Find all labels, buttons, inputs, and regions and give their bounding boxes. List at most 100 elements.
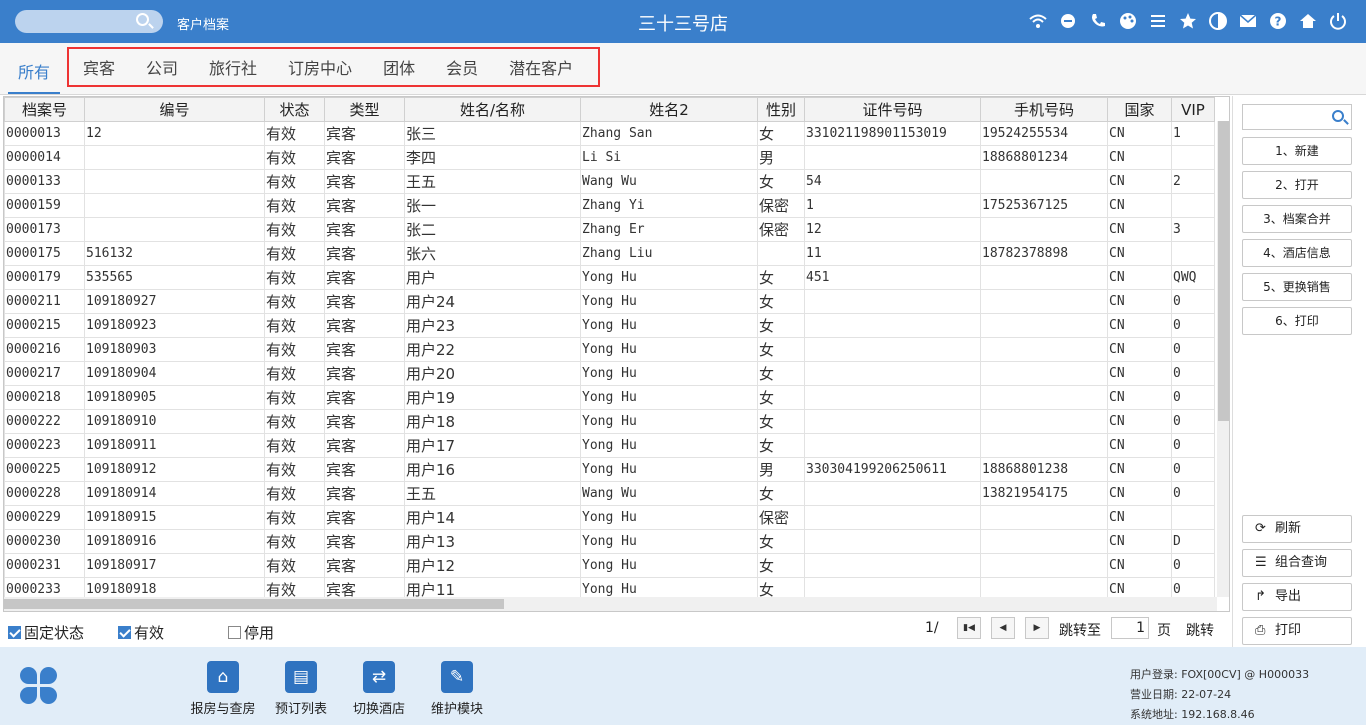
table-row[interactable]: 0000216 109180903 有效 宾客 用户22 Yong Hu 女 CN 0 bbox=[4, 337, 1215, 362]
open-button[interactable]: 2、打开 bbox=[1242, 171, 1352, 199]
combined-query-button[interactable]: ☰ 组合查询 bbox=[1242, 549, 1352, 577]
table-cell: 12 bbox=[804, 217, 981, 242]
table-row[interactable]: 0000231 109180917 有效 宾客 用户12 Yong Hu 女 CN 0 bbox=[4, 553, 1215, 578]
valid-checkbox[interactable]: 有效 bbox=[118, 622, 164, 643]
table-row[interactable]: 0000222 109180910 有效 宾客 用户18 Yong Hu 女 CN 0 bbox=[4, 409, 1215, 434]
fixed-status-checkbox[interactable]: 固定状态 bbox=[8, 622, 84, 643]
fixed-status-check-box[interactable] bbox=[8, 626, 21, 639]
jump-button[interactable]: 跳转 bbox=[1186, 620, 1214, 640]
table-row[interactable]: 0000211 109180927 有效 宾客 用户24 Yong Hu 女 CN 0 bbox=[4, 289, 1215, 314]
table-cell: 张三 bbox=[404, 121, 581, 146]
palette-icon[interactable] bbox=[1118, 11, 1138, 31]
tab-member[interactable]: 会员 bbox=[446, 55, 478, 79]
column-header[interactable]: 档案号 bbox=[4, 97, 85, 122]
table-cell: 有效 bbox=[264, 121, 325, 146]
horizontal-scrollbar[interactable] bbox=[4, 597, 1217, 611]
home-icon[interactable] bbox=[1298, 11, 1318, 31]
column-header[interactable]: 性别 bbox=[757, 97, 805, 122]
search-icon[interactable] bbox=[1332, 110, 1344, 122]
table-cell: 女 bbox=[757, 265, 805, 290]
column-header[interactable]: 状态 bbox=[264, 97, 325, 122]
hotel-info-button[interactable]: 4、酒店信息 bbox=[1242, 239, 1352, 267]
tab-booking-center[interactable]: 订房中心 bbox=[288, 55, 352, 79]
change-sales-button[interactable]: 5、更换销售 bbox=[1242, 273, 1352, 301]
booking-list-button[interactable]: ▤ 预订列表 bbox=[266, 661, 336, 717]
room-report-button[interactable]: ⌂ 报房与查房 bbox=[188, 661, 258, 717]
search-icon[interactable] bbox=[136, 13, 149, 26]
column-header[interactable]: 国家 bbox=[1107, 97, 1172, 122]
merge-profile-button[interactable]: 3、档案合并 bbox=[1242, 205, 1352, 233]
tab-company[interactable]: 公司 bbox=[146, 55, 178, 79]
table-row[interactable]: 0000218 109180905 有效 宾客 用户19 Yong Hu 女 CN 0 bbox=[4, 385, 1215, 410]
valid-check-box[interactable] bbox=[118, 626, 131, 639]
maintenance-button[interactable]: ✎ 维护模块 bbox=[422, 661, 492, 717]
table-row[interactable]: 0000179 535565 有效 宾客 用户 Yong Hu 女 451 CN QWQ bbox=[4, 265, 1215, 290]
table-cell: 54 bbox=[804, 169, 981, 194]
column-header[interactable]: 类型 bbox=[324, 97, 405, 122]
power-icon[interactable] bbox=[1328, 11, 1348, 31]
table-cell: 0000175 bbox=[4, 241, 85, 266]
table-cell: Zhang Yi bbox=[580, 193, 758, 218]
table-row[interactable]: 0000228 109180914 有效 宾客 王五 Wang Wu 女 1382195417… bbox=[4, 481, 1215, 506]
table-row[interactable]: 0000159 有效 宾客 张一 Zhang Yi 保密 1 17525367125 CN bbox=[4, 193, 1215, 218]
export-button[interactable]: ↱ 导出 bbox=[1242, 583, 1352, 611]
table-cell: CN bbox=[1107, 313, 1172, 338]
table-row[interactable]: 0000133 有效 宾客 王五 Wang Wu 女 54 CN 2 bbox=[4, 169, 1215, 194]
page-number-input[interactable]: 1 bbox=[1111, 617, 1149, 639]
first-page-button[interactable]: ▮◀ bbox=[957, 617, 981, 639]
table-row[interactable]: 0000215 109180923 有效 宾客 用户23 Yong Hu 女 CN 0 bbox=[4, 313, 1215, 338]
chat-icon[interactable] bbox=[1058, 11, 1078, 31]
tab-travel-agency[interactable]: 旅行社 bbox=[209, 55, 257, 79]
disabled-check-box[interactable] bbox=[228, 626, 241, 639]
table-cell bbox=[804, 481, 981, 506]
new-button[interactable]: 1、新建 bbox=[1242, 137, 1352, 165]
column-header[interactable]: 姓名/名称 bbox=[404, 97, 581, 122]
table-row[interactable]: 0000225 109180912 有效 宾客 用户16 Yong Hu 男 33030419… bbox=[4, 457, 1215, 482]
vertical-scrollbar[interactable] bbox=[1217, 121, 1229, 597]
phone-icon[interactable] bbox=[1088, 11, 1108, 31]
table-row[interactable]: 0000013 12 有效 宾客 张三 Zhang San 女 331021198901153… bbox=[4, 121, 1215, 146]
table-row[interactable]: 0000014 有效 宾客 李四 Li Si 男 18868801234 CN bbox=[4, 145, 1215, 170]
column-header[interactable]: 姓名2 bbox=[580, 97, 758, 122]
menu-icon[interactable] bbox=[1148, 11, 1168, 31]
table-cell: 13821954175 bbox=[980, 481, 1108, 506]
table-row[interactable]: 0000230 109180916 有效 宾客 用户13 Yong Hu 女 CN D bbox=[4, 529, 1215, 554]
horizontal-scroll-thumb[interactable] bbox=[4, 599, 504, 609]
mail-icon[interactable] bbox=[1238, 11, 1258, 31]
wifi-icon[interactable] bbox=[1028, 11, 1048, 31]
maintenance-label: 维护模块 bbox=[430, 702, 483, 717]
column-header[interactable]: 证件号码 bbox=[804, 97, 981, 122]
sidebar-search-input[interactable] bbox=[1242, 104, 1352, 130]
tab-all[interactable]: 所有 bbox=[8, 56, 60, 94]
table-row[interactable]: 0000173 有效 宾客 张二 Zhang Er 保密 12 CN 3 bbox=[4, 217, 1215, 242]
table-cell: 李四 bbox=[404, 145, 581, 170]
tab-guest[interactable]: 宾客 bbox=[83, 55, 115, 79]
column-header[interactable]: 手机号码 bbox=[980, 97, 1108, 122]
help-icon[interactable]: ? bbox=[1268, 11, 1288, 31]
table-cell: 0000014 bbox=[4, 145, 85, 170]
table-cell: CN bbox=[1107, 457, 1172, 482]
highlighted-tab-group: 宾客 公司 旅行社 订房中心 团体 会员 潜在客户 bbox=[67, 47, 600, 87]
global-search-input[interactable] bbox=[15, 10, 163, 33]
table-row[interactable]: 0000229 109180915 有效 宾客 用户14 Yong Hu 保密 CN bbox=[4, 505, 1215, 530]
vertical-scroll-thumb[interactable] bbox=[1218, 121, 1229, 421]
table-row[interactable]: 0000217 109180904 有效 宾客 用户20 Yong Hu 女 CN 0 bbox=[4, 361, 1215, 386]
print-list-button[interactable]: 6、打印 bbox=[1242, 307, 1352, 335]
tab-group[interactable]: 团体 bbox=[383, 55, 415, 79]
print-button[interactable]: ⎙ 打印 bbox=[1242, 617, 1352, 645]
table-row[interactable]: 0000175 516132 有效 宾客 张六 Zhang Liu 11 1878237889… bbox=[4, 241, 1215, 266]
column-header[interactable]: VIP bbox=[1171, 97, 1215, 122]
table-cell: Yong Hu bbox=[580, 265, 758, 290]
star-icon[interactable] bbox=[1178, 11, 1198, 31]
next-page-button[interactable]: ▶ bbox=[1025, 617, 1049, 639]
switch-hotel-button[interactable]: ⇄ 切换酒店 bbox=[344, 661, 414, 717]
column-header[interactable]: 编号 bbox=[84, 97, 265, 122]
table-row[interactable]: 0000223 109180911 有效 宾客 用户17 Yong Hu 女 CN 0 bbox=[4, 433, 1215, 458]
table-cell: 用户17 bbox=[404, 433, 581, 458]
refresh-button[interactable]: ⟳ 刷新 bbox=[1242, 515, 1352, 543]
disabled-checkbox[interactable]: 停用 bbox=[228, 622, 274, 643]
tab-potential-customer[interactable]: 潜在客户 bbox=[509, 55, 573, 79]
theme-icon[interactable] bbox=[1208, 11, 1228, 31]
table-cell: 保密 bbox=[757, 505, 805, 530]
prev-page-button[interactable]: ◀ bbox=[991, 617, 1015, 639]
